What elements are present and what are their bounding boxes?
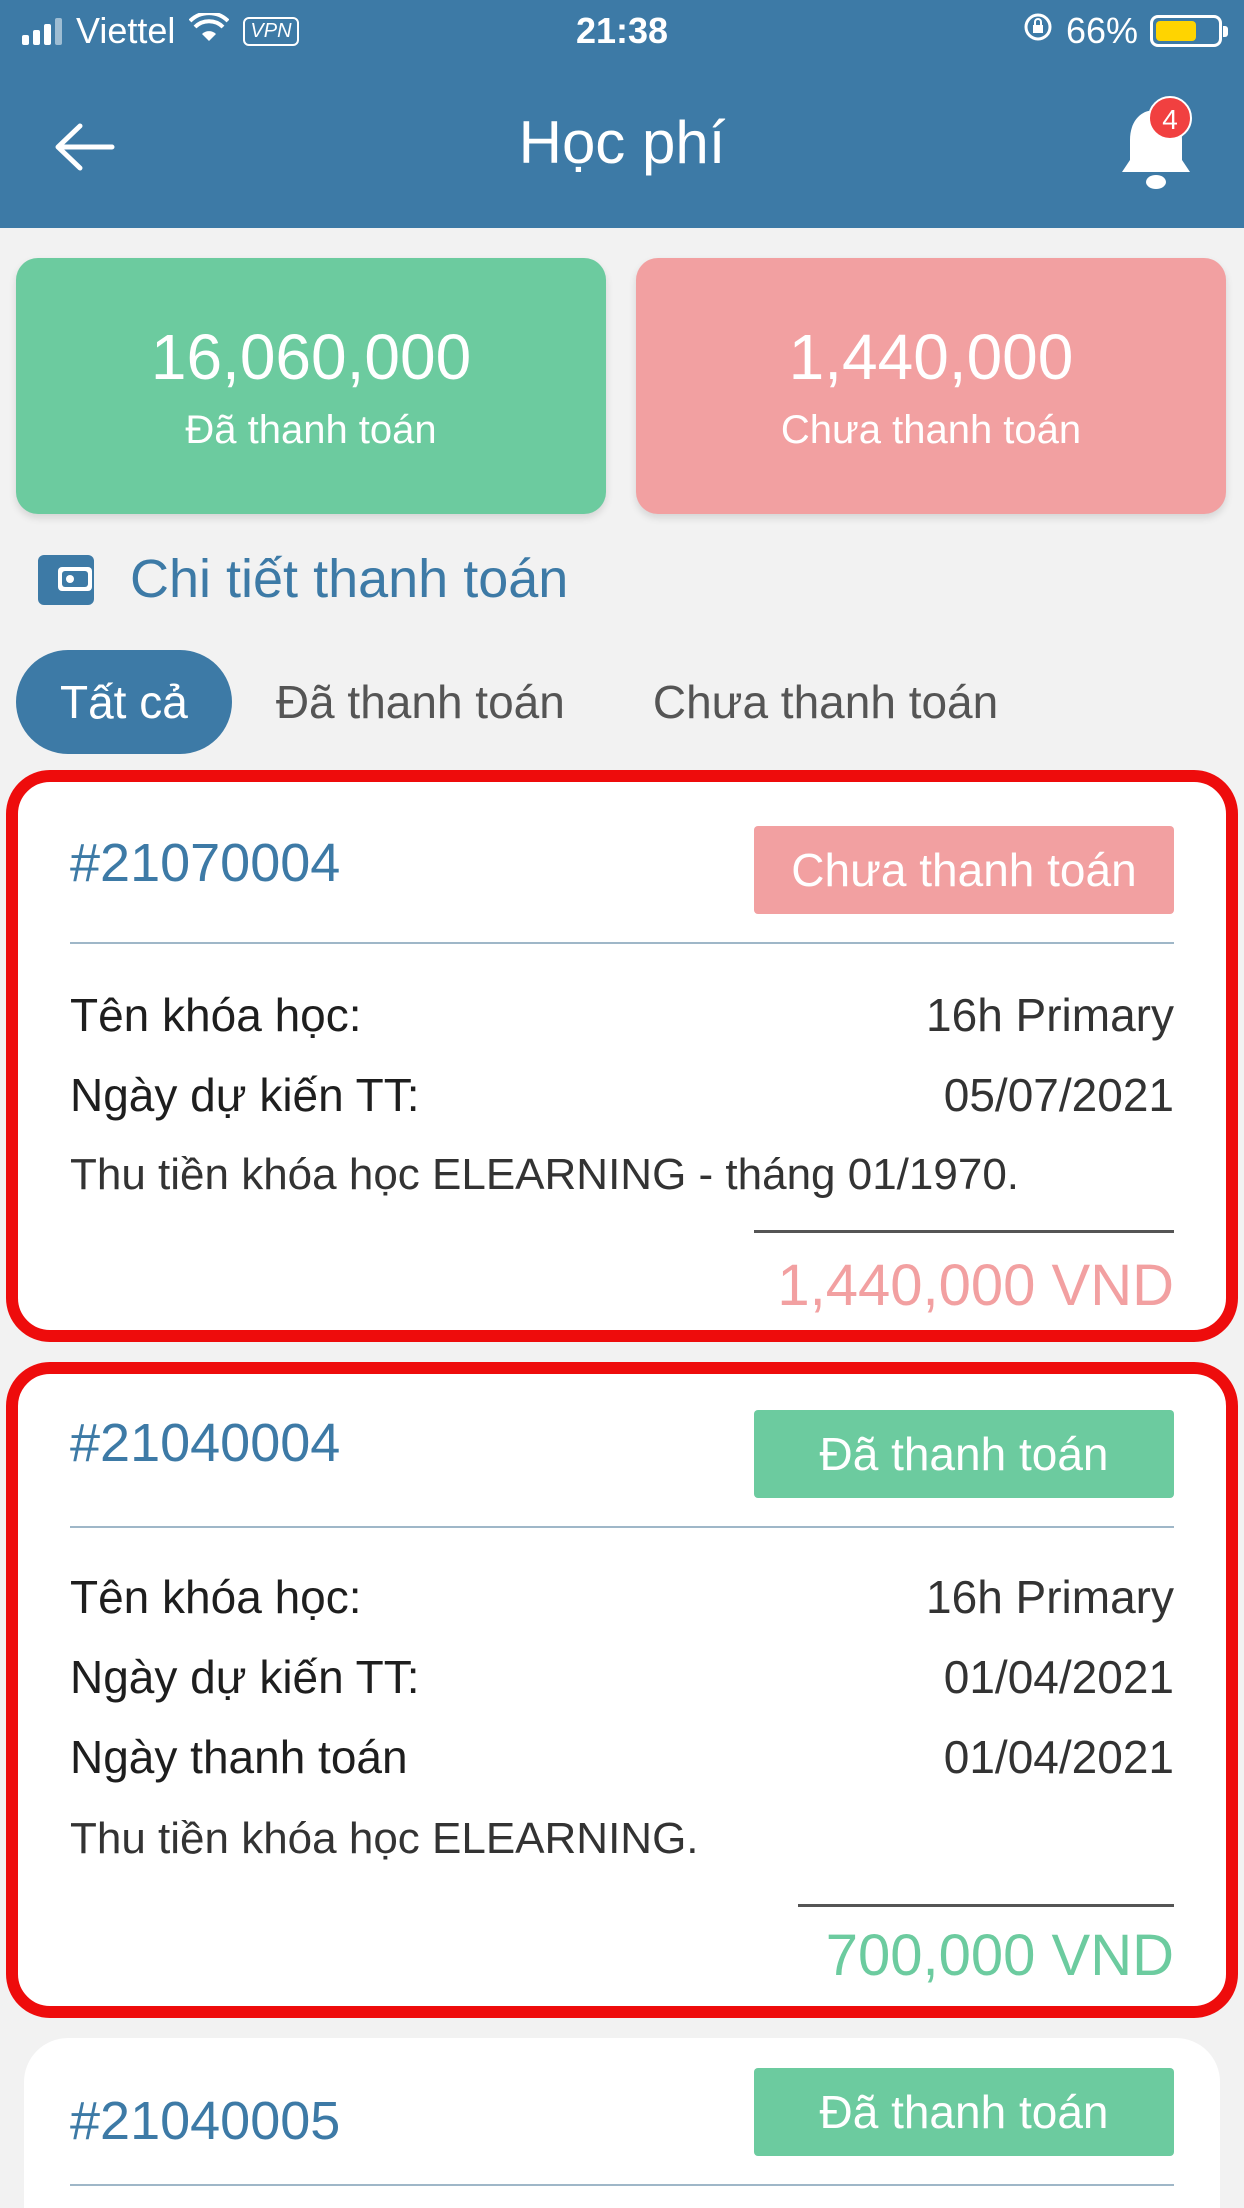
payment-card[interactable]: #21040004 Đã thanh toán Tên khóa học: 16… — [6, 1362, 1238, 2018]
status-badge: Chưa thanh toán — [754, 826, 1174, 914]
invoice-id: #21040005 — [70, 2091, 341, 2151]
tab-unpaid[interactable]: Chưa thanh toán — [609, 650, 1042, 754]
row-label: Tên khóa học: — [70, 989, 362, 1041]
unpaid-label: Chưa thanh toán — [780, 408, 1082, 452]
status-badge: Đã thanh toán — [754, 1410, 1174, 1498]
total-divider — [798, 1904, 1174, 1907]
payment-card[interactable]: #21070004 Chưa thanh toán Tên khóa học: … — [6, 770, 1238, 1342]
unpaid-summary-card[interactable]: 1,440,000 Chưa thanh toán — [636, 258, 1226, 514]
notification-badge: 4 — [1148, 96, 1192, 140]
wallet-icon — [38, 555, 94, 605]
filter-tabs: Tất cả Đã thanh toán Chưa thanh toán — [16, 650, 1042, 754]
row-label: Ngày thanh toán — [70, 1731, 408, 1783]
total-divider — [754, 1230, 1174, 1233]
battery-icon — [1150, 15, 1228, 47]
row-value: 16h Primary — [926, 989, 1174, 1041]
divider — [70, 1526, 1174, 1528]
section-title: Chi tiết thanh toán — [130, 549, 569, 609]
payment-note: Thu tiền khóa học ELEARNING - tháng 01/1… — [70, 1150, 1020, 1199]
row-label: Ngày dự kiến TT: — [70, 1069, 420, 1121]
row-value: 01/04/2021 — [943, 1731, 1174, 1783]
course-name-row: Tên khóa học: 16h Primary — [70, 988, 1174, 1048]
battery-percent: 66% — [1065, 10, 1138, 51]
tab-paid[interactable]: Đã thanh toán — [232, 650, 609, 754]
expected-date-row: Ngày dự kiến TT: 01/04/2021 — [70, 1650, 1174, 1710]
app-header: Học phí 4 — [0, 62, 1244, 228]
status-badge: Đã thanh toán — [754, 2068, 1174, 2156]
row-label: Tên khóa học: — [70, 1571, 362, 1623]
rotation-lock-icon — [1022, 10, 1054, 52]
paid-label: Đã thanh toán — [185, 408, 437, 452]
invoice-id: #21040004 — [70, 1413, 341, 1473]
row-value: 01/04/2021 — [943, 1651, 1174, 1703]
payment-date-row: Ngày thanh toán 01/04/2021 — [70, 1730, 1174, 1790]
total-amount: 1,440,000 VND — [777, 1253, 1174, 1318]
unpaid-amount: 1,440,000 — [788, 321, 1074, 393]
course-name-row: Tên khóa học: 16h Primary — [70, 1570, 1174, 1630]
payment-note: Thu tiền khóa học ELEARNING. — [70, 1814, 699, 1863]
row-label: Ngày dự kiến TT: — [70, 1651, 420, 1703]
page-title: Học phí — [518, 109, 726, 176]
divider — [70, 942, 1174, 944]
row-value: 16h Primary — [926, 1571, 1174, 1623]
paid-summary-card[interactable]: 16,060,000 Đã thanh toán — [16, 258, 606, 514]
section-header: Chi tiết thanh toán — [36, 548, 568, 610]
total-amount: 700,000 VND — [825, 1923, 1174, 1988]
row-value: 05/07/2021 — [943, 1069, 1174, 1121]
tab-all[interactable]: Tất cả — [16, 650, 232, 754]
invoice-id: #21070004 — [70, 833, 341, 893]
status-bar: Viettel VPN 21:38 66% — [0, 0, 1244, 62]
divider — [70, 2184, 1174, 2186]
status-right: 66% — [1022, 10, 1228, 52]
paid-amount: 16,060,000 — [150, 321, 472, 393]
payment-card[interactable]: #21040005 Đã thanh toán — [24, 2038, 1220, 2208]
expected-date-row: Ngày dự kiến TT: 05/07/2021 — [70, 1068, 1174, 1128]
